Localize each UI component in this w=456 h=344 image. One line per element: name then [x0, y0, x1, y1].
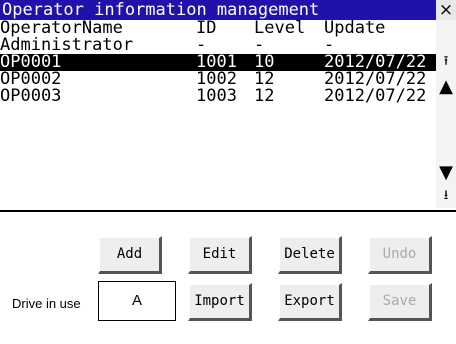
scroll-down-icon[interactable]: ▼ — [436, 160, 456, 186]
cell-id: 1003 — [196, 86, 237, 106]
close-button[interactable]: × — [436, 0, 456, 20]
drive-in-use-label: Drive in use — [12, 296, 81, 311]
cell-operator-name: OP0003 — [0, 86, 62, 106]
panel-divider — [0, 210, 456, 212]
import-button[interactable]: Import — [188, 283, 252, 321]
cell-update: 2012/07/22 — [324, 86, 427, 106]
save-button[interactable]: Save — [368, 283, 432, 321]
cell-level: 12 — [254, 86, 275, 106]
scroll-to-bottom-icon[interactable]: ⭳ — [436, 188, 456, 204]
edit-button[interactable]: Edit — [188, 236, 252, 274]
scroll-up-icon[interactable]: ▲ — [436, 74, 456, 100]
window-title: Operator information management — [2, 0, 320, 20]
export-button[interactable]: Export — [278, 283, 342, 321]
operator-list: OperatorName ID Level Update Administrat… — [0, 20, 436, 208]
scroll-to-top-icon[interactable]: ⭱ — [436, 54, 456, 70]
vertical-scrollbar[interactable]: ⭱ ▲ ▼ ⭳ — [436, 20, 456, 208]
add-button[interactable]: Add — [98, 236, 162, 274]
undo-button[interactable]: Undo — [368, 236, 432, 274]
drive-selector[interactable]: A — [98, 281, 176, 321]
table-row[interactable]: OP0003 1003 12 2012/07/22 — [0, 88, 436, 105]
title-bar: Operator information management × — [0, 0, 456, 20]
delete-button[interactable]: Delete — [278, 236, 342, 274]
